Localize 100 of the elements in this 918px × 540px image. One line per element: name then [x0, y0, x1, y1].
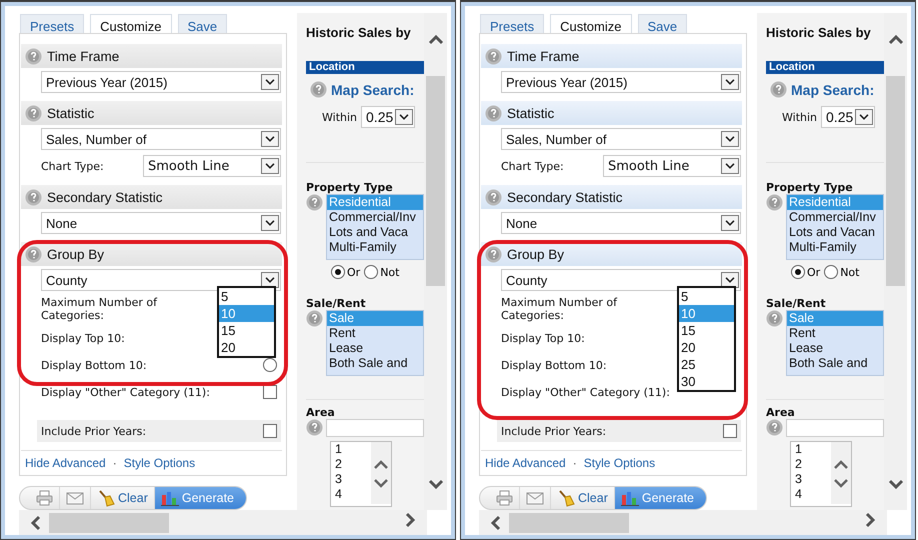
checkbox[interactable] — [723, 424, 737, 438]
link[interactable]: Style Options — [584, 456, 656, 470]
list-item[interactable]: Both Sale and — [327, 356, 423, 371]
help-icon[interactable] — [770, 81, 787, 98]
tab[interactable]: Presets — [20, 14, 84, 34]
list-item[interactable]: 2 — [795, 457, 831, 472]
scroll-up-icon[interactable] — [426, 33, 444, 47]
list-box[interactable]: Residential Commercial/Inv Lots and Vacan Multi-Family — [786, 194, 884, 260]
scroll-down-icon[interactable] — [886, 477, 904, 491]
list-item[interactable]: 4 — [335, 487, 371, 502]
dropdown-select[interactable]: 0.25 — [821, 106, 876, 128]
list-item[interactable]: 3 — [335, 472, 371, 487]
help-icon[interactable] — [306, 419, 323, 436]
dropdown-select[interactable]: None — [501, 212, 741, 234]
help-icon[interactable] — [25, 48, 42, 64]
help-icon[interactable] — [306, 194, 323, 211]
list-box[interactable]: Sale Rent Lease Both Sale and — [786, 310, 884, 376]
list-item[interactable]: 3 — [795, 472, 831, 487]
scroll-thumb[interactable] — [426, 76, 445, 286]
dropdown-select[interactable]: County — [41, 269, 281, 291]
dropdown-select[interactable]: Previous Year (2015) — [501, 71, 741, 93]
scroll-right-icon[interactable] — [863, 511, 877, 529]
dropdown-select[interactable]: 0.25 — [361, 106, 416, 128]
list-item[interactable]: Lots and Vaca — [327, 225, 423, 240]
list-item[interactable]: 2 — [335, 457, 371, 472]
help-icon[interactable] — [485, 188, 502, 206]
help-icon[interactable] — [766, 194, 783, 211]
vertical-scrollbar[interactable] — [884, 13, 907, 510]
help-icon[interactable] — [310, 81, 327, 98]
list-item[interactable]: Both Sale and — [787, 356, 883, 371]
help-icon[interactable] — [766, 310, 783, 327]
option-label: Include Prior Years: — [501, 424, 606, 438]
dropdown-select[interactable]: Sales, Number of — [41, 128, 281, 150]
list-item[interactable]: Rent — [787, 326, 883, 341]
list-box[interactable]: 1 2 3 4 — [790, 441, 852, 507]
horizontal-scrollbar[interactable] — [479, 510, 887, 535]
dropdown-select[interactable]: None — [41, 212, 281, 234]
link[interactable]: Style Options — [124, 456, 196, 470]
help-icon[interactable] — [25, 246, 42, 262]
tab[interactable]: Save — [638, 14, 688, 34]
dropdown-select[interactable]: Smooth Line — [143, 155, 281, 177]
tab[interactable]: Customize — [90, 14, 172, 34]
list-item[interactable]: Commercial/Inv — [327, 210, 423, 225]
list-item[interactable]: Commercial/Inv — [787, 210, 883, 225]
list-item[interactable]: Lease — [327, 341, 423, 356]
dropdown-select[interactable]: County — [501, 269, 741, 291]
list-item[interactable]: Lease — [787, 341, 883, 356]
list-item[interactable]: Lots and Vacan — [787, 225, 883, 240]
dropdown-select[interactable]: Smooth Line — [603, 155, 741, 177]
scroll-right-icon[interactable] — [403, 511, 417, 529]
radio-button[interactable] — [331, 265, 345, 279]
tab[interactable]: Customize — [550, 14, 632, 34]
scroll-up-icon[interactable] — [886, 33, 904, 47]
clear-button[interactable]: Clear — [91, 487, 155, 509]
input-field[interactable] — [786, 419, 884, 437]
input-field[interactable] — [326, 419, 424, 437]
list-box[interactable]: Residential Commercial/Inv Lots and Vaca Multi-Family — [326, 194, 424, 260]
dropdown-select[interactable]: Previous Year (2015) — [41, 71, 281, 93]
list-box[interactable]: Sale Rent Lease Both Sale and — [326, 310, 424, 376]
list-item[interactable]: 1 — [335, 442, 371, 457]
link[interactable]: Hide Advanced — [25, 456, 106, 470]
help-icon[interactable] — [306, 310, 323, 327]
help-icon[interactable] — [485, 104, 502, 122]
list-item[interactable]: Rent — [327, 326, 423, 341]
help-icon[interactable] — [485, 246, 502, 262]
help-icon[interactable] — [25, 104, 42, 122]
list-item[interactable]: Multi-Family — [787, 240, 883, 255]
radio-button[interactable] — [824, 265, 838, 279]
radio-button[interactable] — [263, 358, 277, 372]
list-item[interactable]: 4 — [795, 487, 831, 502]
help-icon[interactable] — [485, 48, 502, 64]
radio-button[interactable] — [364, 265, 378, 279]
horizontal-scrollbar[interactable] — [19, 510, 427, 535]
dropdown-select[interactable]: Sales, Number of — [501, 128, 741, 150]
option-label: Display Top 10: — [501, 332, 585, 344]
tab[interactable]: Presets — [480, 14, 544, 34]
help-icon[interactable] — [25, 188, 42, 206]
link[interactable]: Hide Advanced — [485, 456, 566, 470]
scroll-thumb[interactable] — [49, 512, 169, 532]
help-icon[interactable] — [766, 419, 783, 436]
scroll-thumb[interactable] — [886, 76, 905, 286]
scroll-left-icon[interactable] — [29, 514, 43, 532]
list-item[interactable]: Multi-Family — [327, 240, 423, 255]
radio-button[interactable] — [791, 265, 805, 279]
section-header: Group By — [21, 242, 282, 266]
clear-button[interactable]: Clear — [551, 487, 615, 509]
scroll-left-icon[interactable] — [489, 514, 503, 532]
spinner-icon[interactable] — [371, 442, 391, 504]
section-header: Time Frame — [481, 44, 742, 68]
spinner-icon[interactable] — [831, 442, 851, 504]
list-item[interactable]: 1 — [795, 442, 831, 457]
checkbox[interactable] — [263, 424, 277, 438]
field-label: Chart Type: — [501, 160, 564, 172]
checkbox[interactable] — [263, 385, 277, 399]
scroll-down-icon[interactable] — [426, 477, 444, 491]
vertical-scrollbar[interactable] — [424, 13, 447, 510]
option-label: Include Prior Years: — [41, 424, 146, 438]
scroll-thumb[interactable] — [509, 512, 629, 532]
list-box[interactable]: 1 2 3 4 — [330, 441, 392, 507]
tab[interactable]: Save — [178, 14, 228, 34]
